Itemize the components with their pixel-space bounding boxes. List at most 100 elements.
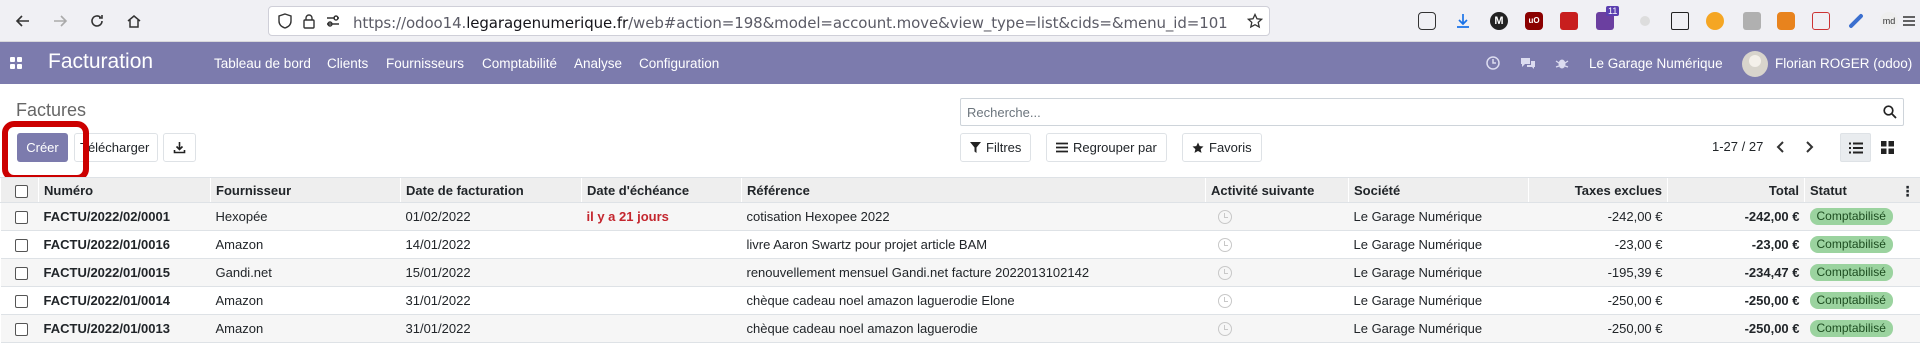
menu-comptabilite[interactable]: Comptabilité <box>482 56 557 71</box>
apps-menu-icon[interactable] <box>10 57 24 71</box>
cell-total[interactable]: -234,47 € <box>1668 259 1805 287</box>
url-text[interactable]: https://odoo14.legaragenumerique.fr/web#… <box>353 14 1228 32</box>
cell-date-facturation[interactable]: 01/02/2022 <box>401 203 582 231</box>
favorites-button[interactable]: Favoris <box>1182 133 1262 162</box>
search-input[interactable] <box>961 99 1861 125</box>
cell-date-facturation[interactable]: 31/01/2022 <box>401 287 582 315</box>
grey-extension-icon[interactable] <box>1743 12 1761 30</box>
cell-societe[interactable]: Le Garage Numérique <box>1349 287 1529 315</box>
bug-icon[interactable] <box>1555 56 1569 70</box>
cell-date-echeance[interactable] <box>582 315 742 343</box>
app-title[interactable]: Facturation <box>48 50 153 74</box>
cell-total[interactable]: -23,00 € <box>1668 231 1805 259</box>
cell-numero[interactable]: FACTU/2022/01/0015 <box>39 259 211 287</box>
bookmark-star-icon[interactable] <box>1247 13 1263 29</box>
cell-date-echeance[interactable] <box>582 287 742 315</box>
cell-date-facturation[interactable]: 15/01/2022 <box>401 259 582 287</box>
cell-reference[interactable]: chèque cadeau noel amazon laguerodie Elo… <box>742 287 1206 315</box>
cell-societe[interactable]: Le Garage Numérique <box>1349 315 1529 343</box>
group-by-button[interactable]: Regrouper par <box>1046 133 1167 162</box>
optional-columns-icon[interactable]: ⋮ <box>1901 183 1915 200</box>
row-checkbox[interactable] <box>15 323 28 336</box>
next-page-icon[interactable] <box>1802 139 1816 155</box>
cell-date-echeance[interactable]: il y a 21 jours <box>582 203 742 231</box>
permissions-icon[interactable] <box>325 13 341 29</box>
cell-reference[interactable]: chèque cadeau noel amazon laguerodie <box>742 315 1206 343</box>
column-date-facturation[interactable]: Date de facturation <box>401 178 582 203</box>
chat-icon[interactable] <box>1520 56 1536 70</box>
back-arrow-icon[interactable] <box>10 8 36 34</box>
column-total[interactable]: Total <box>1668 178 1805 203</box>
cell-fournisseur[interactable]: Hexopée <box>211 203 401 231</box>
cell-total[interactable]: -250,00 € <box>1668 315 1805 343</box>
column-activite[interactable]: Activité suivante <box>1206 178 1349 203</box>
column-taxes-exclues[interactable]: Taxes exclues <box>1529 178 1668 203</box>
cell-taxes-exclues[interactable]: -195,39 € <box>1529 259 1668 287</box>
select-all-checkbox[interactable] <box>15 185 28 198</box>
clock-icon[interactable] <box>1218 322 1232 336</box>
table-row[interactable]: FACTU/2022/01/0016Amazon14/01/2022livre … <box>1 231 1920 259</box>
table-row[interactable]: FACTU/2022/01/0013Amazon31/01/2022chèque… <box>1 315 1920 343</box>
row-checkbox[interactable] <box>15 295 28 308</box>
cell-fournisseur[interactable]: Amazon <box>211 287 401 315</box>
cell-fournisseur[interactable]: Amazon <box>211 231 401 259</box>
search-icon[interactable] <box>1883 105 1897 119</box>
row-checkbox[interactable] <box>15 267 28 280</box>
cell-societe[interactable]: Le Garage Numérique <box>1349 231 1529 259</box>
cell-societe[interactable]: Le Garage Numérique <box>1349 259 1529 287</box>
previous-page-icon[interactable] <box>1774 139 1788 155</box>
cell-date-facturation[interactable]: 14/01/2022 <box>401 231 582 259</box>
cell-reference[interactable]: renouvellement mensuel Gandi.net facture… <box>742 259 1206 287</box>
pager-value[interactable]: 1-27 / 27 <box>1712 139 1763 154</box>
clock-icon[interactable] <box>1218 210 1232 224</box>
cell-taxes-exclues[interactable]: -242,00 € <box>1529 203 1668 231</box>
cell-fournisseur[interactable]: Gandi.net <box>211 259 401 287</box>
screen-extension-icon[interactable] <box>1812 12 1830 30</box>
export-button[interactable] <box>163 133 196 162</box>
shield-icon[interactable] <box>277 13 293 29</box>
address-bar[interactable]: https://odoo14.legaragenumerique.fr/web#… <box>268 6 1270 36</box>
table-row[interactable]: FACTU/2022/01/0015Gandi.net15/01/2022 ren… <box>1 259 1920 287</box>
clock-icon[interactable] <box>1486 56 1500 70</box>
notes-icon[interactable] <box>1671 12 1689 30</box>
cell-taxes-exclues[interactable]: -250,00 € <box>1529 287 1668 315</box>
menu-tableau-de-bord[interactable]: Tableau de bord <box>214 56 311 71</box>
cell-reference[interactable]: cotisation Hexopee 2022 <box>742 203 1206 231</box>
hamburger-menu-icon[interactable] <box>1902 12 1916 30</box>
row-checkbox[interactable] <box>15 211 28 224</box>
kanban-view-button[interactable] <box>1872 133 1903 162</box>
home-icon[interactable] <box>121 8 147 34</box>
ublock-icon[interactable]: uO <box>1525 12 1543 30</box>
cell-total[interactable]: -242,00 € <box>1668 203 1805 231</box>
orange-extension-icon[interactable] <box>1706 12 1724 30</box>
company-switcher[interactable]: Le Garage Numérique <box>1589 56 1723 71</box>
column-statut[interactable]: Statut⋮ <box>1805 178 1920 203</box>
row-checkbox[interactable] <box>15 239 28 252</box>
menu-configuration[interactable]: Configuration <box>639 56 719 71</box>
dot-extension-icon[interactable] <box>1640 16 1650 26</box>
cell-numero[interactable]: FACTU/2022/01/0013 <box>39 315 211 343</box>
table-row[interactable]: FACTU/2022/01/0014Amazon31/01/2022 chèque… <box>1 287 1920 315</box>
user-menu[interactable]: Florian ROGER (odoo) <box>1775 56 1912 71</box>
md-extension-icon[interactable]: md <box>1880 12 1898 30</box>
forward-arrow-icon[interactable] <box>47 8 73 34</box>
reload-icon[interactable] <box>84 8 110 34</box>
lock-icon[interactable] <box>301 13 317 29</box>
column-date-echeance[interactable]: Date d'échéance <box>582 178 742 203</box>
red-extension-icon[interactable] <box>1560 12 1578 30</box>
m-extension-icon[interactable]: M <box>1490 12 1508 30</box>
menu-fournisseurs[interactable]: Fournisseurs <box>386 56 464 71</box>
eyedropper-icon[interactable] <box>1848 13 1864 29</box>
cell-taxes-exclues[interactable]: -23,00 € <box>1529 231 1668 259</box>
clock-icon[interactable] <box>1218 238 1232 252</box>
menu-analyse[interactable]: Analyse <box>574 56 622 71</box>
cell-fournisseur[interactable]: Amazon <box>211 315 401 343</box>
table-row[interactable]: FACTU/2022/02/0001Hexopée01/02/2022il y … <box>1 203 1920 231</box>
cell-societe[interactable]: Le Garage Numérique <box>1349 203 1529 231</box>
download-icon[interactable] <box>1454 12 1472 30</box>
cell-date-echeance[interactable] <box>582 231 742 259</box>
column-fournisseur[interactable]: Fournisseur <box>211 178 401 203</box>
pocket-icon[interactable] <box>1418 12 1436 30</box>
cell-numero[interactable]: FACTU/2022/01/0014 <box>39 287 211 315</box>
clock-icon[interactable] <box>1218 266 1232 280</box>
